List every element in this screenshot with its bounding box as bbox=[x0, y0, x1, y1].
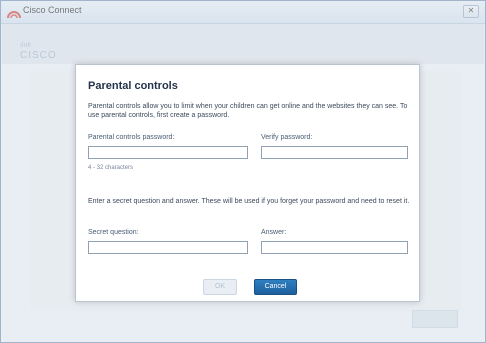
password-hint: 4 - 32 characters bbox=[88, 165, 134, 171]
answer-label: Answer: bbox=[261, 229, 287, 236]
question-label: Secret question: bbox=[88, 229, 139, 236]
secret-question-field[interactable] bbox=[88, 241, 248, 254]
password-label: Parental controls password: bbox=[88, 134, 175, 141]
dialog-description: Parental controls allow you to limit whe… bbox=[88, 103, 408, 119]
answer-field[interactable] bbox=[261, 241, 408, 254]
verify-password-field[interactable] bbox=[261, 146, 408, 159]
verify-label: Verify password: bbox=[261, 134, 313, 141]
ok-button[interactable]: OK bbox=[203, 279, 237, 295]
password-field[interactable] bbox=[88, 146, 248, 159]
dialog-title: Parental controls bbox=[88, 80, 178, 92]
parental-controls-dialog: Parental controls Parental controls allo… bbox=[75, 64, 420, 302]
cancel-button[interactable]: Cancel bbox=[254, 279, 297, 295]
secret-description: Enter a secret question and answer. Thes… bbox=[88, 198, 410, 205]
